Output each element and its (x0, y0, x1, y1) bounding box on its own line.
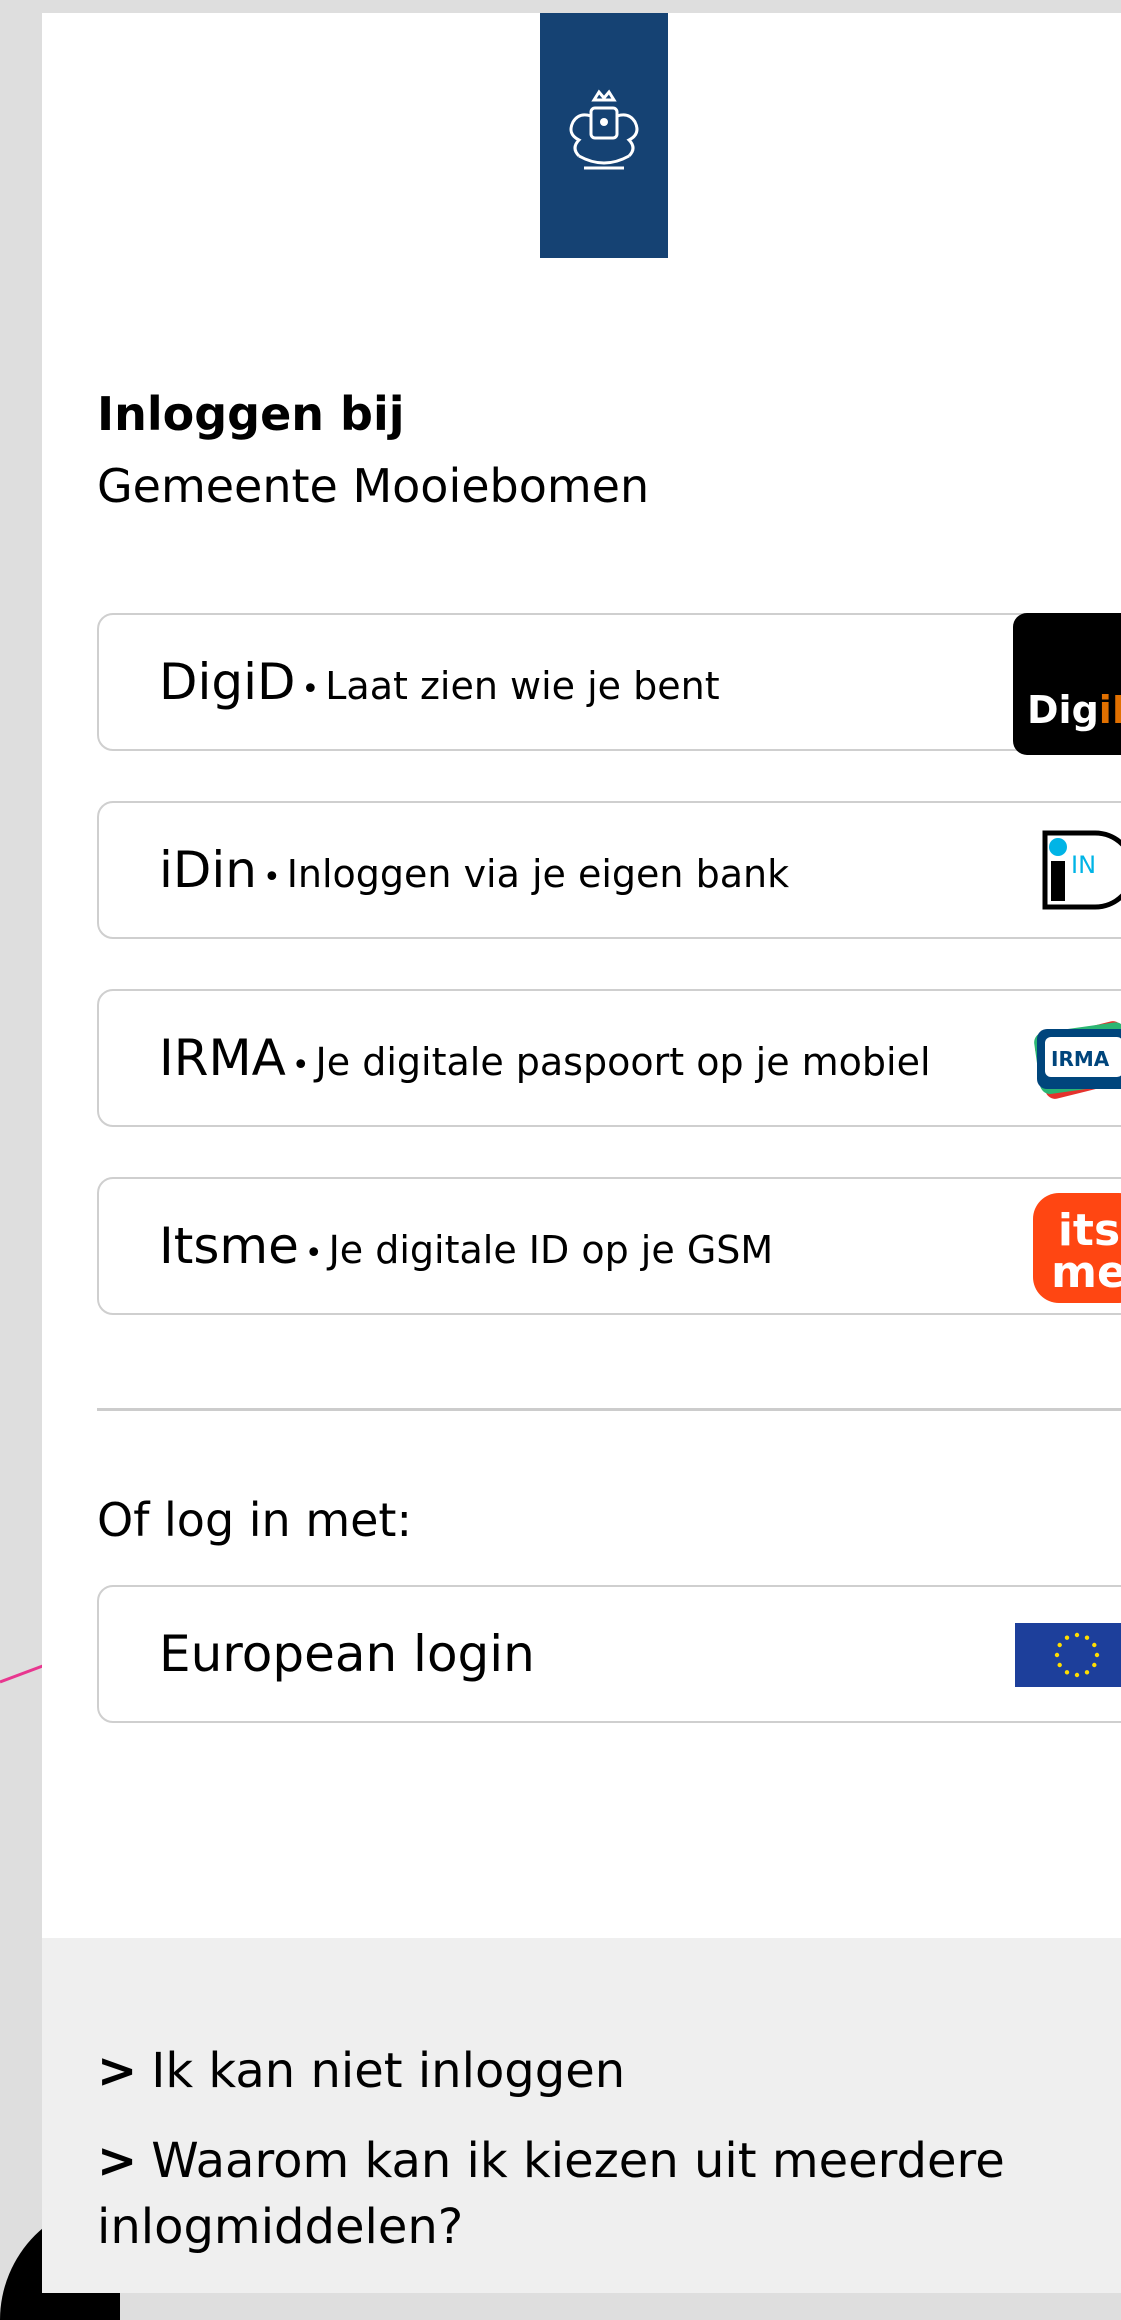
link-label: Waarom kan ik kiezen uit meerdere inlogm… (97, 2133, 1005, 2255)
login-option-text: European login (99, 1625, 535, 1683)
login-card: Inloggen bij Gemeente Mooiebomen DigiD • L… (42, 13, 1121, 2293)
login-option-idin[interactable]: iDin • Inloggen via je eigen bank IN (97, 801, 1121, 939)
separator: • (301, 672, 320, 707)
login-option-digid[interactable]: DigiD•Laat zien wie je bent DigiD (97, 613, 1121, 755)
digid-logo-icon: DigiD (1013, 613, 1121, 759)
svg-text:IN: IN (1071, 851, 1096, 879)
option-description: Inloggen via je eigen bank (286, 852, 790, 896)
login-option-european[interactable]: European login (97, 1585, 1121, 1723)
svg-text:DigiD: DigiD (1027, 688, 1121, 732)
option-name: Itsme (159, 1217, 299, 1275)
help-footer: > Ik kan niet inloggen > Waarom kan ik kie… (42, 1938, 1121, 2293)
separator: • (291, 1048, 310, 1083)
svg-text:IRMA: IRMA (1051, 1047, 1110, 1071)
rijksoverheid-logo (540, 13, 668, 258)
login-option-text: DigiD • Laat zien wie je bent (99, 653, 720, 711)
eu-flag-icon (1015, 1623, 1121, 1691)
option-description: Je digitale ID op je GSM (328, 1228, 774, 1272)
idin-logo-icon: IN (1037, 825, 1121, 919)
link-cannot-login[interactable]: > Ik kan niet inloggen (97, 2038, 1057, 2104)
login-option-text: iDin • Inloggen via je eigen bank (99, 841, 789, 899)
login-option-irma[interactable]: IRMA • Je digitale paspoort op je mobiel I… (97, 989, 1121, 1127)
option-name: DigiD (159, 653, 296, 711)
page-title: Inloggen bij Gemeente Mooiebomen (97, 383, 649, 527)
title-heading: Inloggen bij (97, 387, 405, 441)
login-option-itsme[interactable]: Itsme • Je digitale ID op je GSM its me (97, 1177, 1121, 1315)
login-option-text: Itsme • Je digitale ID op je GSM (99, 1217, 773, 1275)
divider (97, 1408, 1121, 1411)
option-name: iDin (159, 841, 257, 899)
alternative-login-label: Of log in met: (97, 1493, 412, 1547)
itsme-logo-icon: its me (1029, 1189, 1121, 1311)
link-label: Ik kan niet inloggen (151, 2043, 626, 2099)
login-option-text: IRMA • Je digitale paspoort op je mobiel (99, 1029, 931, 1087)
organisation-name: Gemeente Mooiebomen (97, 459, 650, 513)
chevron-right-icon: > (97, 2043, 138, 2099)
separator: • (262, 860, 281, 895)
irma-logo-icon: IRMA (1029, 1007, 1121, 1115)
svg-text:me: me (1051, 1247, 1121, 1298)
option-name: European login (159, 1625, 535, 1683)
separator: • (304, 1236, 323, 1271)
coat-of-arms-icon (569, 88, 639, 169)
chevron-right-icon: > (97, 2133, 138, 2189)
option-description: Je digitale paspoort op je mobiel (315, 1040, 931, 1084)
link-why-choose[interactable]: > Waarom kan ik kiezen uit meerdere inlog… (97, 2128, 1057, 2260)
option-description: Laat zien wie je bent (325, 664, 720, 708)
option-name: IRMA (159, 1029, 286, 1087)
